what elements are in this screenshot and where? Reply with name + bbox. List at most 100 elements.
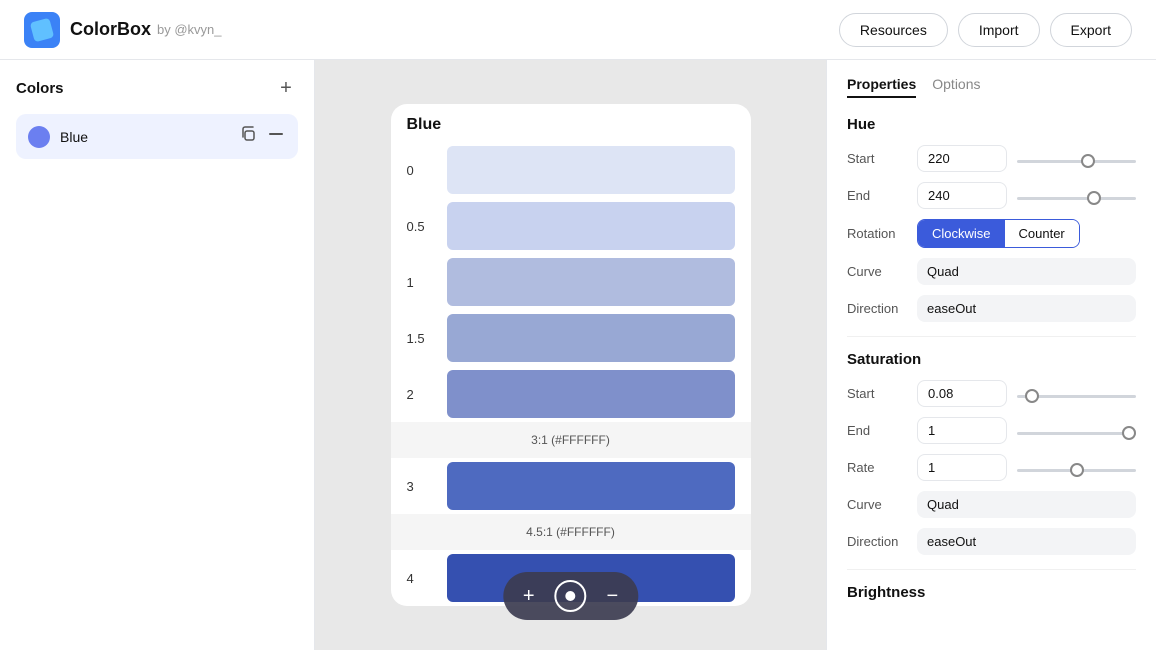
tab-options[interactable]: Options [932, 76, 980, 98]
hue-end-row: End [847, 182, 1136, 209]
sat-direction-select[interactable]: easeOuteaseIneaseInOut [917, 528, 1136, 555]
palette-container: Blue 0 0.5 1 1.5 [391, 104, 751, 606]
import-button[interactable]: Import [958, 13, 1040, 47]
canvas: Blue 0 0.5 1 1.5 [315, 60, 826, 650]
swatch-row-1: 1 [391, 254, 751, 310]
contrast-row-4-5-1: 4.5:1 (#FFFFFF) [391, 514, 751, 550]
swatch-row-3: 3 [391, 458, 751, 514]
sat-start-input[interactable] [917, 380, 1007, 407]
sat-direction-row: Direction easeOuteaseIneaseInOut [847, 528, 1136, 555]
props-tabs: Properties Options [847, 76, 1136, 98]
swatch-label-15: 1.5 [407, 331, 447, 346]
color-actions [238, 124, 286, 149]
swatch-row-15: 1.5 [391, 310, 751, 366]
remove-color-button[interactable] [266, 124, 286, 149]
duplicate-color-button[interactable] [238, 124, 258, 149]
swatch-row-05: 0.5 [391, 198, 751, 254]
sidebar-title: Colors [16, 80, 64, 97]
swatch-bar-0 [447, 146, 735, 194]
rotation-clockwise-button[interactable]: Clockwise [918, 220, 1005, 247]
resources-button[interactable]: Resources [839, 13, 948, 47]
palette-swatches: 0 0.5 1 1.5 [391, 142, 751, 606]
swatch-label-3: 3 [407, 479, 447, 494]
export-button[interactable]: Export [1050, 13, 1132, 47]
swatch-label-05: 0.5 [407, 219, 447, 234]
app-subtitle: by @kvyn_ [157, 22, 222, 37]
sat-end-row: End [847, 417, 1136, 444]
hue-curve-label: Curve [847, 264, 917, 279]
sidebar: Colors + Blue [0, 60, 315, 650]
swatch-label-4: 4 [407, 571, 447, 586]
hue-direction-label: Direction [847, 301, 917, 316]
saturation-section-title: Saturation [847, 351, 1136, 368]
hue-start-slider-wrap [1017, 150, 1136, 168]
sat-start-label: Start [847, 386, 917, 401]
swatch-row-0: 0 [391, 142, 751, 198]
hue-start-label: Start [847, 151, 917, 166]
sat-start-slider-wrap [1017, 385, 1136, 403]
swatch-bar-2 [447, 370, 735, 418]
sat-curve-select[interactable]: QuadLinearCubic [917, 491, 1136, 518]
sat-rate-row: Rate [847, 454, 1136, 481]
logo-shape [30, 17, 54, 41]
app-title: ColorBox [70, 19, 151, 40]
center-dot [566, 591, 576, 601]
sidebar-header: Colors + [16, 76, 298, 100]
color-swatch-blue [28, 126, 50, 148]
hue-start-row: Start [847, 145, 1136, 172]
section-divider-2 [847, 569, 1136, 570]
palette-title: Blue [391, 104, 751, 142]
hue-start-slider[interactable] [1017, 160, 1136, 163]
color-item-blue[interactable]: Blue [16, 114, 298, 159]
hue-direction-row: Direction easeOuteaseIneaseInOut [847, 295, 1136, 322]
hue-start-input[interactable] [917, 145, 1007, 172]
hue-section-title: Hue [847, 116, 1136, 133]
center-button[interactable] [555, 580, 587, 612]
sat-end-input[interactable] [917, 417, 1007, 444]
zoom-out-button[interactable]: − [607, 585, 619, 608]
tab-properties[interactable]: Properties [847, 76, 916, 98]
sat-direction-label: Direction [847, 534, 917, 549]
swatch-bar-05 [447, 202, 735, 250]
color-name-blue: Blue [60, 129, 238, 145]
contrast-row-3-1: 3:1 (#FFFFFF) [391, 422, 751, 458]
sat-rate-input[interactable] [917, 454, 1007, 481]
swatch-bar-3 [447, 462, 735, 510]
header: ColorBox by @kvyn_ Resources Import Expo… [0, 0, 1156, 60]
sat-curve-row: Curve QuadLinearCubic [847, 491, 1136, 518]
swatch-label-2: 2 [407, 387, 447, 402]
properties-panel: Properties Options Hue Start End Rotatio… [826, 60, 1156, 650]
swatch-bar-1 [447, 258, 735, 306]
swatch-label-0: 0 [407, 163, 447, 178]
rotation-group: Clockwise Counter [917, 219, 1080, 248]
sat-rate-slider[interactable] [1017, 469, 1136, 472]
rotation-counter-button[interactable]: Counter [1005, 220, 1079, 247]
swatch-row-2: 2 [391, 366, 751, 422]
main-layout: Colors + Blue Blue [0, 60, 1156, 650]
zoom-in-button[interactable]: + [523, 585, 535, 608]
app-logo [24, 12, 60, 48]
sat-rate-label: Rate [847, 460, 917, 475]
hue-rotation-row: Rotation Clockwise Counter [847, 219, 1136, 248]
sat-end-label: End [847, 423, 917, 438]
hue-end-slider-wrap [1017, 187, 1136, 205]
sat-start-row: Start [847, 380, 1136, 407]
canvas-toolbar: + − [503, 572, 638, 620]
hue-direction-select[interactable]: easeOuteaseIneaseInOut [917, 295, 1136, 322]
hue-end-label: End [847, 188, 917, 203]
swatch-bar-15 [447, 314, 735, 362]
sat-rate-slider-wrap [1017, 459, 1136, 477]
hue-end-input[interactable] [917, 182, 1007, 209]
sat-start-slider[interactable] [1017, 395, 1136, 398]
hue-end-slider[interactable] [1017, 197, 1136, 200]
brightness-section-title: Brightness [847, 584, 1136, 601]
hue-curve-select[interactable]: QuadLinearCubic [917, 258, 1136, 285]
add-color-button[interactable]: + [274, 76, 298, 100]
sat-end-slider[interactable] [1017, 432, 1136, 435]
sat-curve-label: Curve [847, 497, 917, 512]
section-divider-1 [847, 336, 1136, 337]
sat-end-slider-wrap [1017, 422, 1136, 440]
contrast-label-3-1: 3:1 (#FFFFFF) [531, 433, 610, 447]
contrast-label-4-5-1: 4.5:1 (#FFFFFF) [526, 525, 615, 539]
hue-rotation-label: Rotation [847, 226, 917, 241]
